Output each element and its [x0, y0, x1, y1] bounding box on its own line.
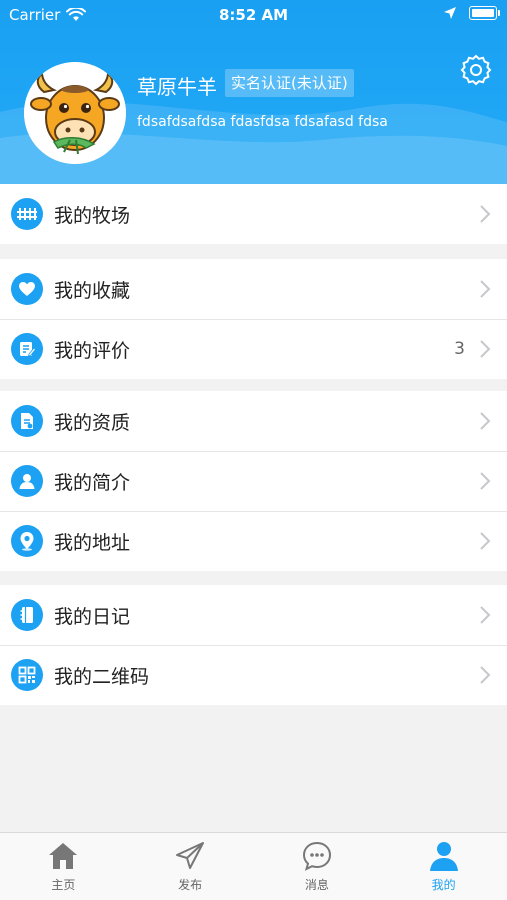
tab-bar: 主页 发布 消息 我的 — [0, 832, 507, 900]
verification-badge[interactable]: 实名认证(未认证) — [225, 69, 354, 97]
menu-item-my-favorites[interactable]: 我的收藏 — [0, 259, 507, 319]
review-count-badge: 3 — [454, 339, 465, 359]
profile-header: Carrier 8:52 AM 草原牛羊 实名认证(未认证) fdsafdsaf… — [0, 0, 507, 184]
menu-item-my-profile[interactable]: 我的简介 — [0, 451, 507, 511]
profile-name: 草原牛羊 — [137, 75, 217, 99]
review-icon — [11, 333, 43, 365]
qr-code-icon — [11, 659, 43, 691]
status-bar: Carrier 8:52 AM — [0, 0, 507, 30]
menu-item-my-ranch[interactable]: 我的牧场 — [0, 184, 507, 244]
chevron-right-icon — [480, 205, 491, 223]
tab-label: 主页 — [51, 878, 76, 892]
menu-label: 我的二维码 — [54, 665, 150, 688]
home-icon — [49, 843, 78, 869]
diary-icon — [11, 599, 43, 631]
person-icon — [11, 465, 43, 497]
chevron-right-icon — [480, 412, 491, 430]
tab-mine[interactable]: 我的 — [380, 833, 507, 900]
tab-label: 消息 — [304, 878, 329, 892]
profile-bio: fdsafdsafdsa fdasfdsa fdsafasd fdsa — [137, 114, 388, 130]
chevron-right-icon — [480, 532, 491, 550]
tab-messages[interactable]: 消息 — [254, 833, 381, 900]
cartoon-bull-avatar — [24, 62, 126, 164]
ranch-icon — [11, 198, 43, 230]
chevron-right-icon — [480, 606, 491, 624]
menu-label: 我的牧场 — [54, 204, 131, 227]
tab-home[interactable]: 主页 — [0, 833, 127, 900]
status-time: 8:52 AM — [218, 6, 289, 24]
avatar[interactable] — [24, 62, 126, 164]
menu-group-favorites: 我的收藏 我的评价 3 — [0, 259, 507, 379]
menu-item-my-qualifications[interactable]: 我的资质 — [0, 391, 507, 451]
heart-icon — [11, 273, 43, 305]
menu-item-my-diary[interactable]: 我的日记 — [0, 585, 507, 645]
user-icon — [429, 842, 458, 871]
menu-label: 我的简介 — [54, 471, 131, 494]
menu-label: 我的日记 — [54, 605, 131, 628]
menu-group-diary: 我的日记 我的二维码 — [0, 585, 507, 705]
chevron-right-icon — [480, 666, 491, 684]
menu-item-my-qr-code[interactable]: 我的二维码 — [0, 645, 507, 705]
settings-gear-icon[interactable] — [459, 53, 493, 87]
chevron-right-icon — [480, 472, 491, 490]
status-indicators — [443, 6, 500, 20]
menu-label: 我的地址 — [54, 531, 131, 554]
menu-group-profile: 我的资质 我的简介 我的地址 — [0, 391, 507, 571]
location-pin-icon — [11, 525, 43, 557]
chevron-right-icon — [480, 280, 491, 298]
menu-group-ranch: 我的牧场 — [0, 184, 507, 244]
tab-publish[interactable]: 发布 — [127, 833, 254, 900]
tab-label: 发布 — [178, 878, 203, 892]
tab-label: 我的 — [431, 878, 456, 892]
certificate-icon — [11, 405, 43, 437]
chevron-right-icon — [480, 340, 491, 358]
menu-item-my-address[interactable]: 我的地址 — [0, 511, 507, 571]
menu-label: 我的资质 — [54, 411, 131, 434]
menu-label: 我的收藏 — [54, 279, 131, 302]
menu-label: 我的评价 — [54, 339, 131, 362]
battery-icon — [469, 6, 500, 20]
menu-item-my-reviews[interactable]: 我的评价 3 — [0, 319, 507, 379]
send-icon — [176, 842, 205, 869]
message-icon — [302, 841, 331, 871]
location-arrow-icon — [444, 7, 456, 19]
